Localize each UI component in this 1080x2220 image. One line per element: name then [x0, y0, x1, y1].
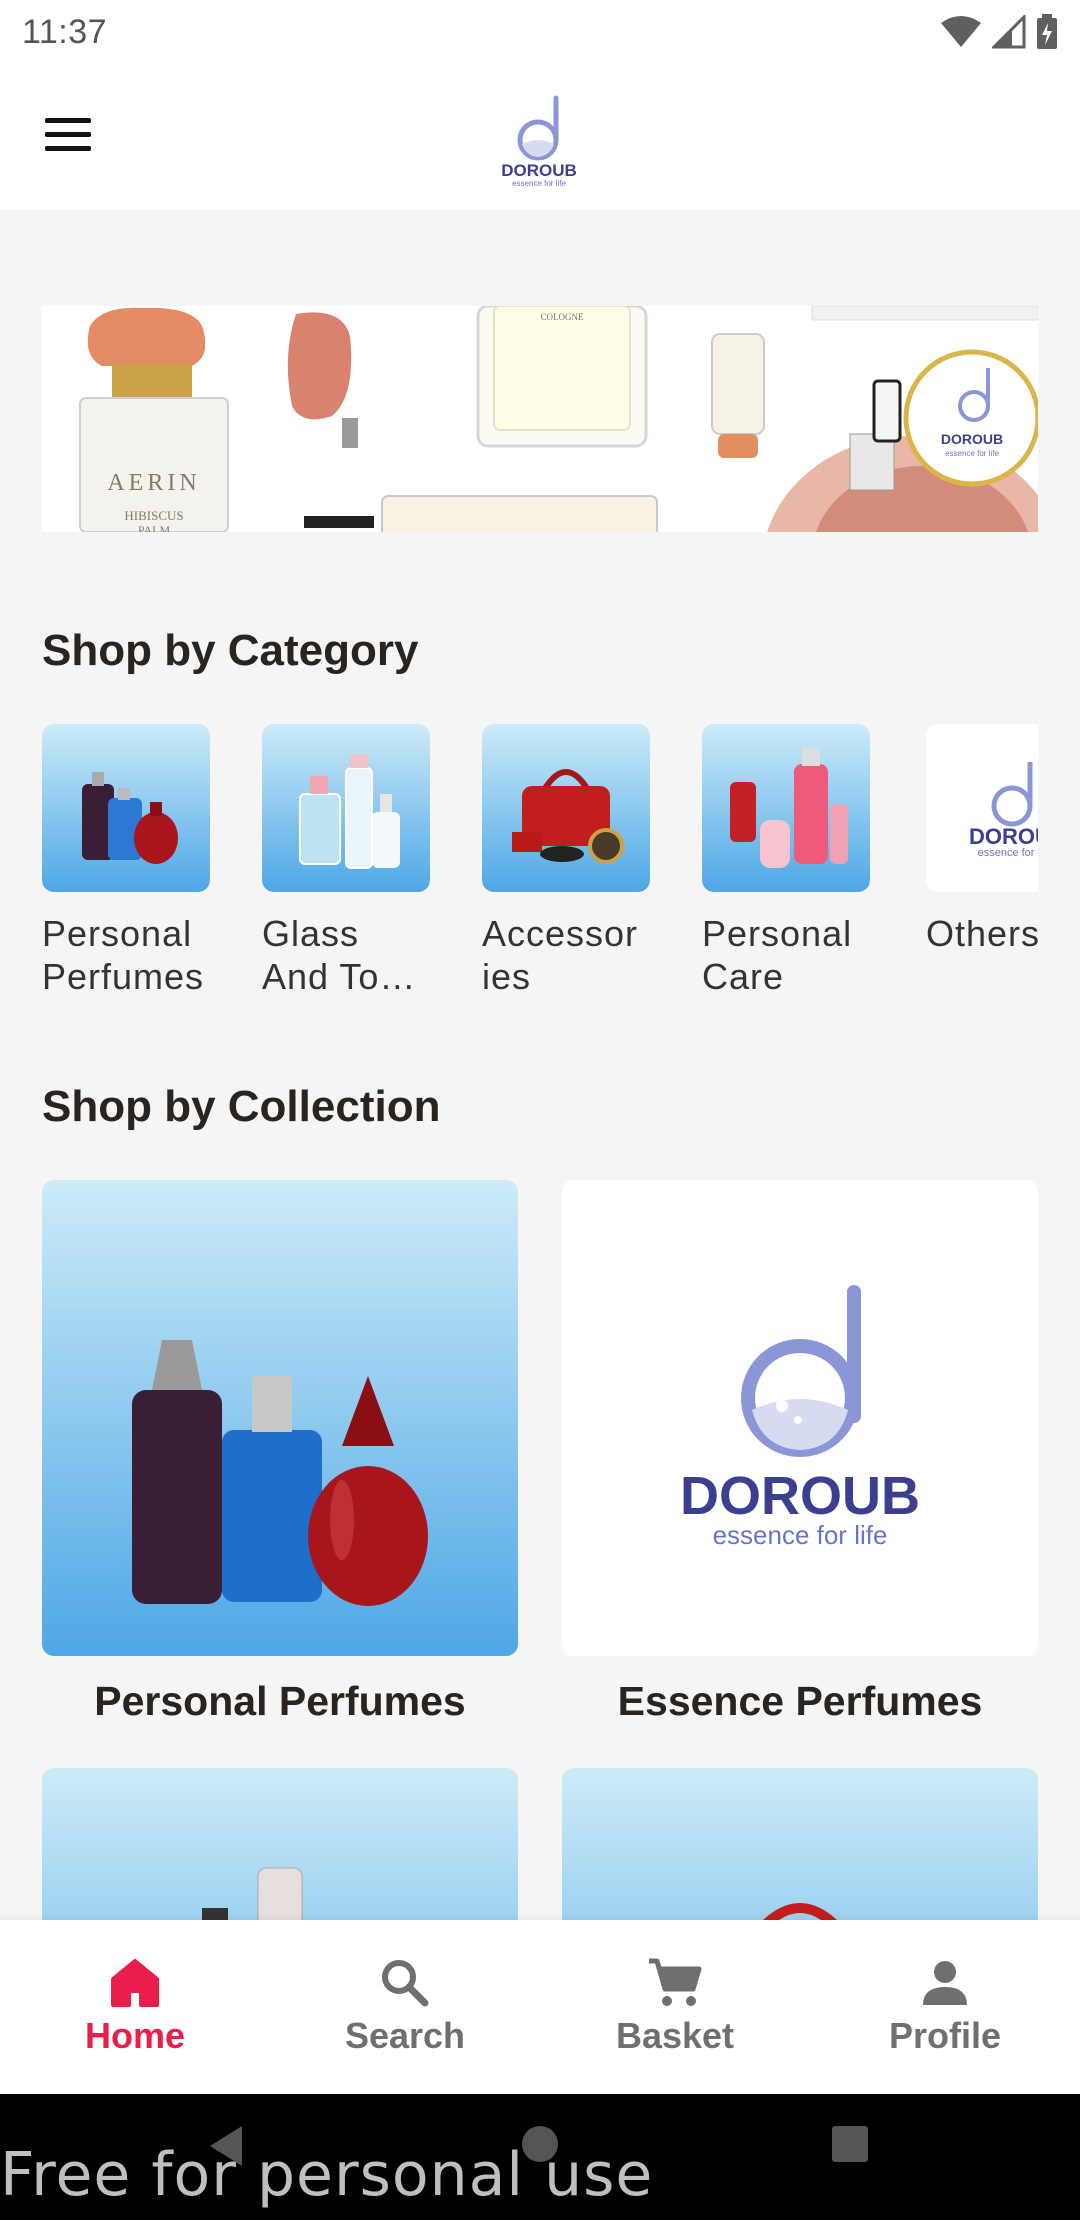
collection-card-partial-1[interactable] [42, 1768, 518, 1920]
category-item-glass[interactable]: Glass And To… [262, 724, 432, 998]
category-item-personal-care[interactable]: Personal Care [702, 724, 872, 998]
nav-label: Search [344, 2015, 466, 2056]
collection-label: Personal Perfumes [94, 1678, 466, 1724]
nav-label: Profile [888, 2015, 1002, 2056]
category-row[interactable]: Personal Perfumes Glass And To… Accessor… [42, 724, 1038, 1004]
collection-image [42, 1180, 518, 1656]
category-label: Accessor ies [482, 913, 639, 997]
category-thumb: DOROU essence for li [926, 724, 1038, 892]
essence-logo-tagline: essence for life [713, 1520, 888, 1550]
search-icon [382, 1960, 429, 2007]
brand-logo-tagline: essence for life [512, 179, 566, 188]
collection-image: DOROUB essence for life [562, 1180, 1038, 1656]
cart-icon [649, 1958, 702, 2006]
shop-by-category-title: Shop by Category [42, 626, 419, 675]
person-icon [923, 1961, 967, 2005]
others-logo-text: DOROU [969, 824, 1038, 849]
nav-label: Home [84, 2015, 186, 2056]
brand-logo[interactable]: DOROUB essence for life [494, 92, 584, 188]
category-label: Glass And To… [262, 913, 417, 997]
banner-aerin-sub2: PALM [138, 523, 171, 532]
category-thumb [702, 724, 870, 892]
watermark-text: Free for personal use [0, 2140, 654, 2210]
partial-collection-image [42, 1768, 518, 1920]
bottom-navigation: Home Search Basket Profile [0, 1920, 1080, 2094]
recents-icon[interactable] [830, 2124, 870, 2164]
nav-item-home[interactable]: Home [0, 1920, 270, 2094]
signal-icon [992, 15, 1026, 49]
status-icons [940, 14, 1058, 50]
nav-item-search[interactable]: Search [270, 1920, 540, 2094]
accessories-image [482, 724, 650, 892]
status-bar: 11:37 [0, 0, 1080, 64]
banner-cologne-text: COLOGNE [541, 312, 584, 322]
others-logo-image: DOROU essence for li [926, 724, 1038, 892]
banner-aerin-sub: HIBISCUS [124, 508, 183, 523]
others-logo-tagline: essence for li [978, 847, 1038, 859]
category-label: Others [926, 913, 1038, 954]
category-item-others[interactable]: DOROU essence for li Others [926, 724, 1038, 955]
banner-badge-text: DOROUB [941, 431, 1003, 447]
battery-icon [1037, 14, 1057, 49]
nav-item-basket[interactable]: Basket [540, 1920, 810, 2094]
brand-logo-text: DOROUB [501, 161, 577, 180]
banner-badge-tagline: essence for life [945, 449, 999, 458]
glass-bottles-image [262, 724, 430, 892]
nav-label: Basket [615, 2015, 735, 2056]
collection-card-essence-perfumes[interactable]: DOROUB essence for life Essence Perfumes [562, 1180, 1038, 1725]
essence-logo-text: DOROUB [680, 1466, 920, 1526]
banner-image: AERIN HIBISCUS PALM COLOGNE DOROUB essen… [42, 306, 1038, 532]
perfume-bottles-image [42, 724, 210, 892]
category-item-accessories[interactable]: Accessor ies [482, 724, 652, 998]
category-thumb [262, 724, 430, 892]
home-icon [111, 1959, 159, 2007]
category-thumb [482, 724, 650, 892]
category-item-personal-perfumes[interactable]: Personal Perfumes [42, 724, 212, 998]
shop-by-collection-title: Shop by Collection [42, 1082, 441, 1131]
collection-card-partial-2[interactable] [562, 1768, 1038, 1920]
personal-perfumes-image [42, 1180, 518, 1656]
category-thumb [42, 724, 210, 892]
hamburger-menu-icon[interactable] [24, 102, 112, 166]
nav-item-profile[interactable]: Profile [810, 1920, 1080, 2094]
status-time: 11:37 [22, 12, 108, 51]
promo-banner[interactable]: AERIN HIBISCUS PALM COLOGNE DOROUB essen… [42, 306, 1038, 532]
category-label: Personal Perfumes [42, 913, 205, 997]
essence-perfumes-logo-image: DOROUB essence for life [562, 1180, 1038, 1656]
app-bar: DOROUB essence for life [0, 64, 1080, 210]
partial-collection-image [562, 1768, 1038, 1920]
category-label: Personal Care [702, 913, 853, 997]
collection-label: Essence Perfumes [617, 1678, 983, 1724]
collection-card-personal-perfumes[interactable]: Personal Perfumes [42, 1180, 518, 1725]
wifi-icon [941, 16, 981, 47]
banner-aerin-text: AERIN [107, 470, 200, 496]
personal-care-image [702, 724, 870, 892]
